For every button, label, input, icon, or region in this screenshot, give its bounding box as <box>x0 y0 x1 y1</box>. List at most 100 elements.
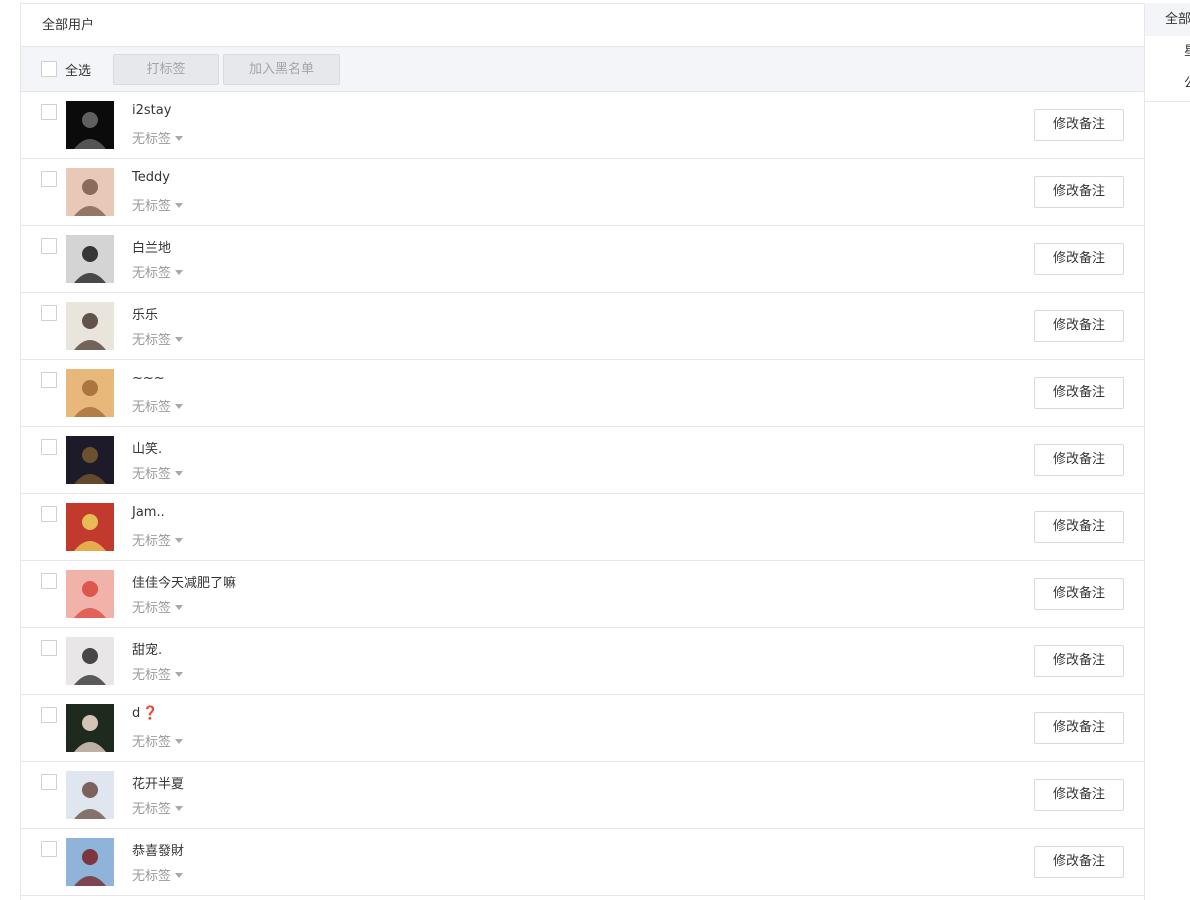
user-name: 甜宠. <box>132 639 162 658</box>
user-select-checkbox[interactable] <box>41 640 57 656</box>
side-group-header[interactable]: 全部 <box>1145 3 1190 36</box>
tag-label: 无标签 <box>132 668 172 683</box>
user-avatar[interactable] <box>66 503 114 551</box>
user-avatar[interactable] <box>66 771 114 819</box>
user-name-text: d <box>132 706 141 721</box>
user-avatar[interactable] <box>66 838 114 886</box>
user-name: Teddy <box>132 170 170 185</box>
user-avatar[interactable] <box>66 436 114 484</box>
edit-remark-button[interactable]: 修改备注 <box>1034 444 1124 476</box>
user-name-text: 恭喜發財 <box>132 844 185 859</box>
user-name-text: Jam.. <box>132 505 165 520</box>
user-select-checkbox[interactable] <box>41 707 57 723</box>
select-all-label: 全选 <box>65 63 92 79</box>
tag-label: 无标签 <box>132 467 172 482</box>
bulk-toolbar: 全选 打标签 加入黑名单 <box>21 47 1144 92</box>
tag-dropdown[interactable]: 无标签 <box>132 195 184 214</box>
user-name-text: 山笑. <box>132 442 163 457</box>
user-name: ~~~ <box>132 371 165 386</box>
blacklist-button[interactable]: 加入黑名单 <box>223 53 341 85</box>
tag-dropdown[interactable]: 无标签 <box>132 865 184 884</box>
caret-down-icon <box>175 403 184 409</box>
user-name: Jam.. <box>132 505 165 520</box>
edit-remark-button[interactable]: 修改备注 <box>1034 176 1124 208</box>
user-row: ~~~ 无标签 修改备注 <box>21 360 1144 427</box>
user-select-checkbox[interactable] <box>41 104 57 120</box>
user-row: 花开半夏无标签 修改备注 <box>21 762 1144 829</box>
edit-remark-button[interactable]: 修改备注 <box>1034 578 1124 610</box>
user-select-checkbox[interactable] <box>41 439 57 455</box>
caret-down-icon <box>175 537 184 543</box>
side-group-item[interactable]: 星 <box>1145 36 1190 68</box>
user-row: 乐乐无标签 修改备注 <box>21 293 1144 360</box>
user-name-text: 甜宠. <box>132 643 163 658</box>
user-row: 佳佳今天减肥了嘛 无标签 修改备注 <box>21 561 1144 628</box>
tag-dropdown[interactable]: 无标签 <box>132 530 184 549</box>
caret-down-icon <box>175 202 184 208</box>
user-avatar[interactable] <box>66 369 114 417</box>
edit-remark-button[interactable]: 修改备注 <box>1034 846 1124 878</box>
user-row: 白兰地无标签 修改备注 <box>21 226 1144 293</box>
caret-down-icon <box>175 671 184 677</box>
user-select-checkbox[interactable] <box>41 372 57 388</box>
user-avatar[interactable] <box>66 302 114 350</box>
tag-label: 无标签 <box>132 869 172 884</box>
user-name: 白兰地 <box>132 237 171 256</box>
user-avatar[interactable] <box>66 570 114 618</box>
user-select-checkbox[interactable] <box>41 506 57 522</box>
tag-dropdown[interactable]: 无标签 <box>132 597 184 616</box>
user-list-panel: 全部用户 全选 打标签 加入黑名单 i2stay 无标签 修改备注 Teddy 无标签修… <box>20 3 1145 900</box>
caret-down-icon <box>175 805 184 811</box>
edit-remark-button[interactable]: 修改备注 <box>1034 109 1124 141</box>
user-select-checkbox[interactable] <box>41 774 57 790</box>
user-name-text: 花开半夏 <box>132 777 185 792</box>
side-group-item[interactable]: 公 <box>1145 68 1190 100</box>
caret-down-icon <box>175 872 184 878</box>
tag-dropdown[interactable]: 无标签 <box>132 463 184 482</box>
tag-label: 无标签 <box>132 802 172 817</box>
edit-remark-button[interactable]: 修改备注 <box>1034 243 1124 275</box>
select-all-checkbox[interactable] <box>41 61 57 77</box>
caret-down-icon <box>175 470 184 476</box>
tag-label: 无标签 <box>132 199 172 214</box>
user-select-checkbox[interactable] <box>41 305 57 321</box>
edit-remark-button[interactable]: 修改备注 <box>1034 310 1124 342</box>
user-select-checkbox[interactable] <box>41 841 57 857</box>
panel-title: 全部用户 <box>21 4 1144 47</box>
caret-down-icon <box>175 604 184 610</box>
caret-down-icon <box>175 135 184 141</box>
edit-remark-button[interactable]: 修改备注 <box>1034 779 1124 811</box>
tag-label: 无标签 <box>132 400 172 415</box>
edit-remark-button[interactable]: 修改备注 <box>1034 377 1124 409</box>
user-avatar[interactable] <box>66 637 114 685</box>
tag-label: 无标签 <box>132 601 172 616</box>
user-name: 花开半夏 <box>132 773 184 792</box>
user-avatar[interactable] <box>66 235 114 283</box>
group-side-panel: 全部 星 公 <box>1145 3 1190 102</box>
user-select-checkbox[interactable] <box>41 573 57 589</box>
tag-dropdown[interactable]: 无标签 <box>132 329 184 348</box>
user-name: 乐乐 <box>132 304 158 323</box>
user-select-checkbox[interactable] <box>41 171 57 187</box>
edit-remark-button[interactable]: 修改备注 <box>1034 511 1124 543</box>
tag-label: 无标签 <box>132 266 172 281</box>
tag-button[interactable]: 打标签 <box>113 53 220 85</box>
tag-dropdown[interactable]: 无标签 <box>132 262 184 281</box>
tag-dropdown[interactable]: 无标签 <box>132 396 184 415</box>
user-name-text: 白兰地 <box>132 241 172 256</box>
tag-dropdown[interactable]: 无标签 <box>132 128 184 147</box>
user-list: i2stay 无标签 修改备注 Teddy 无标签 修改备注 白兰地 无标签 修改备注 乐乐 无标签… <box>21 92 1144 896</box>
tag-dropdown[interactable]: 无标签 <box>132 664 184 683</box>
tag-dropdown[interactable]: 无标签 <box>132 731 184 750</box>
caret-down-icon <box>175 336 184 342</box>
tag-dropdown[interactable]: 无标签 <box>132 798 184 817</box>
user-name: i2stay <box>132 103 171 118</box>
user-avatar[interactable] <box>66 704 114 752</box>
user-row: Jam.. 无标签 修改备注 <box>21 494 1144 561</box>
user-avatar[interactable] <box>66 101 114 149</box>
tag-label: 无标签 <box>132 333 172 348</box>
user-select-checkbox[interactable] <box>41 238 57 254</box>
edit-remark-button[interactable]: 修改备注 <box>1034 712 1124 744</box>
edit-remark-button[interactable]: 修改备注 <box>1034 645 1124 677</box>
user-avatar[interactable] <box>66 168 114 216</box>
